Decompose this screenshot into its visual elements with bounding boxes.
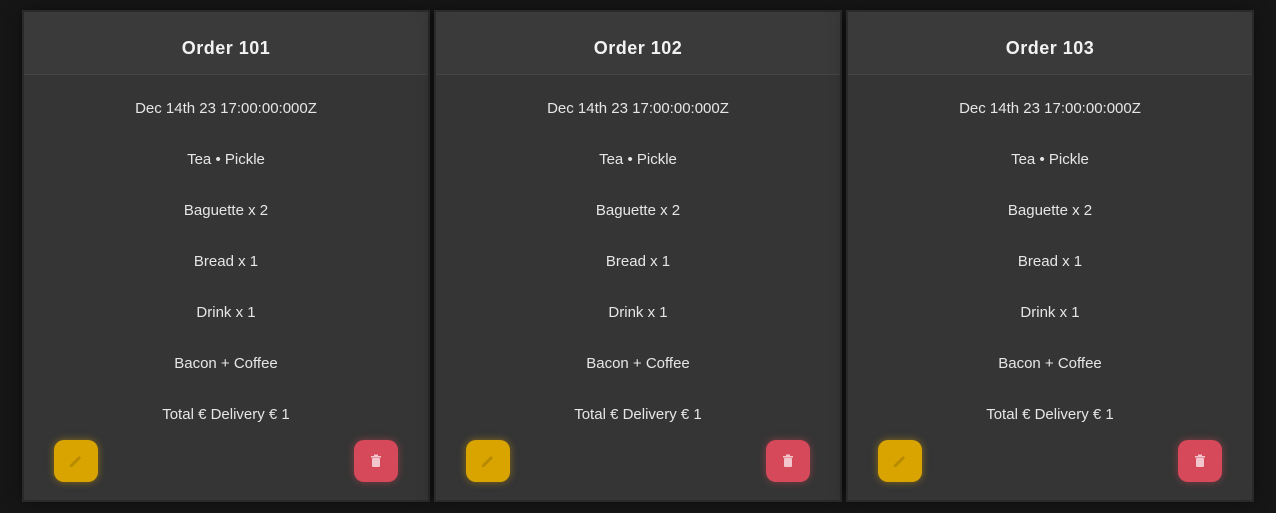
orders-board: Order 101 Dec 14th 23 17:00:00:000Z Tea … bbox=[0, 0, 1276, 513]
edit-icon bbox=[482, 456, 493, 467]
order-card: Order 103 Dec 14th 23 17:00:00:000Z Tea … bbox=[848, 12, 1252, 500]
card-header: Order 101 bbox=[24, 12, 428, 75]
order-line: Bread x 1 bbox=[1017, 253, 1083, 270]
order-line: Baguette x 2 bbox=[1007, 202, 1093, 219]
order-line: Bacon + Coffee bbox=[998, 355, 1102, 372]
edit-order-button[interactable] bbox=[878, 440, 922, 482]
trash-icon bbox=[371, 454, 381, 467]
trash-icon bbox=[1195, 454, 1205, 467]
trash-icon bbox=[783, 454, 793, 467]
order-card: Order 101 Dec 14th 23 17:00:00:000Z Tea … bbox=[24, 12, 428, 500]
edit-icon bbox=[70, 456, 81, 467]
order-line: Drink x 1 bbox=[608, 304, 668, 321]
order-line: Bread x 1 bbox=[605, 253, 671, 270]
order-line: Baguette x 2 bbox=[595, 202, 681, 219]
order-timestamp: Dec 14th 23 17:00:00:000Z bbox=[959, 100, 1141, 117]
order-timestamp: Dec 14th 23 17:00:00:000Z bbox=[547, 100, 729, 117]
card-title: Order 101 bbox=[181, 38, 271, 58]
edit-order-button[interactable] bbox=[466, 440, 510, 482]
order-line: Bacon + Coffee bbox=[174, 355, 278, 372]
card-title: Order 102 bbox=[593, 38, 683, 58]
order-total: Total € Delivery € 1 bbox=[574, 406, 702, 423]
order-line: Bread x 1 bbox=[193, 253, 259, 270]
order-line: Drink x 1 bbox=[1020, 304, 1080, 321]
card-header: Order 102 bbox=[436, 12, 840, 75]
card-header: Order 103 bbox=[848, 12, 1252, 75]
delete-order-button[interactable] bbox=[766, 440, 810, 482]
order-line: Tea • Pickle bbox=[1011, 151, 1089, 168]
order-line: Bacon + Coffee bbox=[586, 355, 690, 372]
delete-order-button[interactable] bbox=[1178, 440, 1222, 482]
edit-icon bbox=[894, 456, 905, 467]
order-line: Drink x 1 bbox=[196, 304, 256, 321]
edit-order-button[interactable] bbox=[54, 440, 98, 482]
delete-order-button[interactable] bbox=[354, 440, 398, 482]
order-line: Tea • Pickle bbox=[187, 151, 265, 168]
order-line: Tea • Pickle bbox=[599, 151, 677, 168]
order-total: Total € Delivery € 1 bbox=[162, 406, 290, 423]
order-total: Total € Delivery € 1 bbox=[986, 406, 1114, 423]
card-title: Order 103 bbox=[1005, 38, 1095, 58]
order-card: Order 102 Dec 14th 23 17:00:00:000Z Tea … bbox=[436, 12, 840, 500]
order-timestamp: Dec 14th 23 17:00:00:000Z bbox=[135, 100, 317, 117]
order-line: Baguette x 2 bbox=[183, 202, 269, 219]
